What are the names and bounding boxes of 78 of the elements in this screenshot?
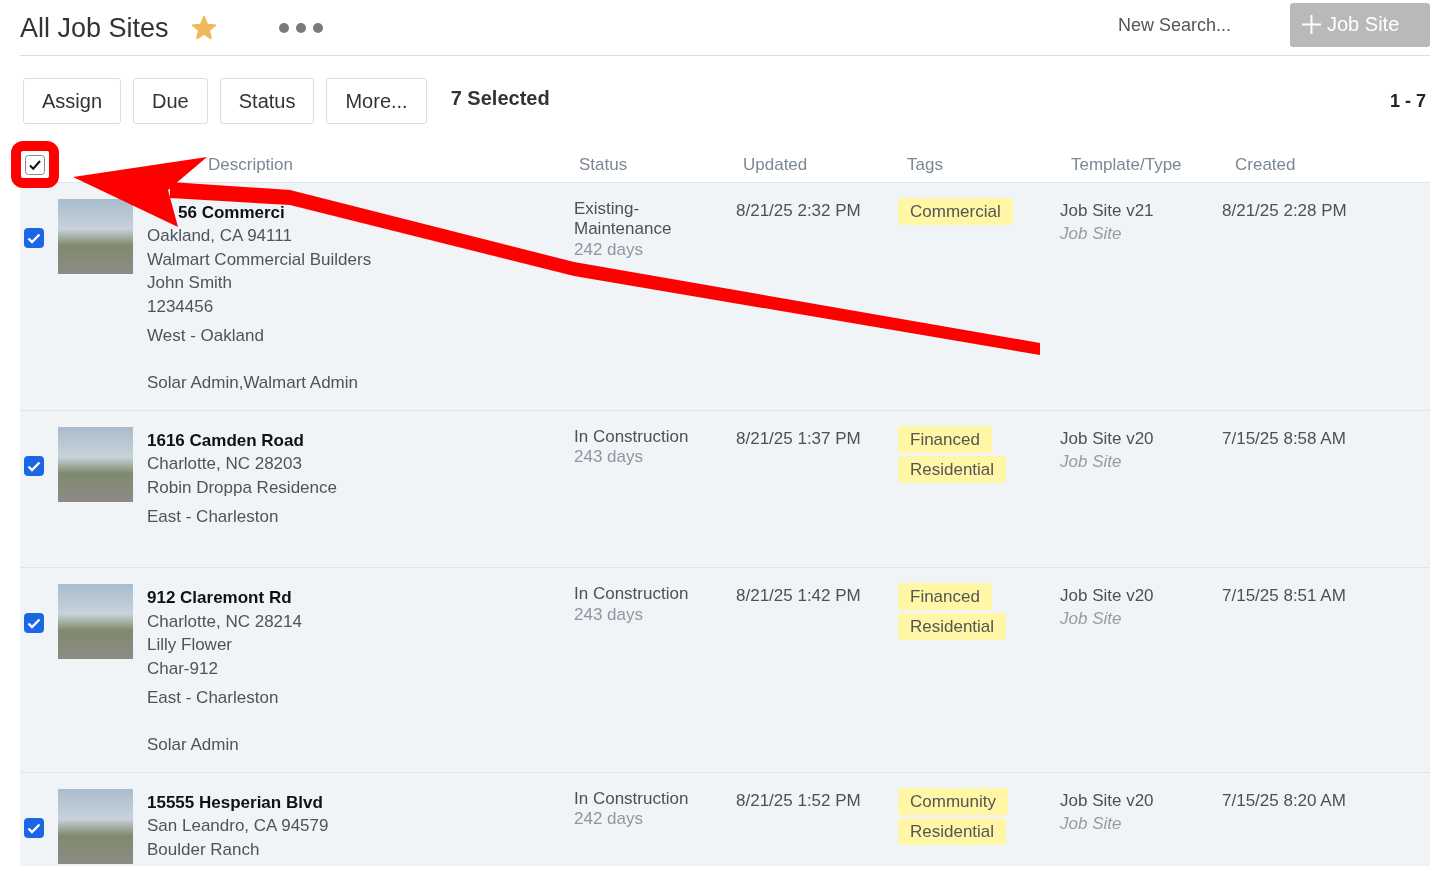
table-row[interactable]: 15555 Hesperian Blvd San Leandro, CA 94579 Boulder Ranch In Construction 242 days 8/21/25 1:52 PM Community Residential Job Site v20 Job Site 7/15/25 8:20 AM [20, 772, 1430, 866]
status-text: In Construction [574, 426, 689, 447]
site-detail: Oakland, CA 94111 [147, 225, 292, 247]
plus-icon [1302, 15, 1321, 34]
site-type: Job Site [1060, 608, 1122, 630]
updated-date: 8/21/25 1:52 PM [736, 789, 861, 812]
status-age: 243 days [574, 447, 643, 468]
column-header: Status [579, 154, 628, 176]
site-detail: Boulder Ranch [147, 838, 260, 861]
updated-date: 8/21/25 2:32 PM [736, 199, 861, 222]
site-detail: Lilly Flower [147, 634, 233, 656]
template-name: Job Site v20 [1060, 789, 1154, 812]
column-header: Tags [907, 154, 943, 176]
tag: Residential [898, 613, 1007, 640]
created-date: 7/15/25 8:20 AM [1222, 789, 1346, 812]
row-checkbox[interactable] [24, 817, 44, 838]
status-text: Existing-Maintenance [574, 198, 673, 240]
site-region: East - Charleston [147, 687, 279, 709]
column-header: Description [208, 154, 294, 176]
tag: Financed [898, 425, 992, 453]
created-date: 7/15/25 8:58 AM [1222, 427, 1346, 450]
updated-date: 8/21/25 1:42 PM [736, 585, 861, 607]
column-header: Created [1235, 154, 1296, 176]
created-date: 7/15/25 8:51 AM [1222, 585, 1346, 607]
site-region: West - Oakland [147, 325, 264, 347]
tag: Community [898, 787, 1008, 815]
status-text: In Construction [574, 584, 689, 605]
table-row[interactable]: 912 Claremont Rd Charlotte, NC 28214 Lilly Flower Char-912 East - Charleston Solar Admin In Construction 243 days 8/21/25 1:42 PM Financed Residential Job Site v20 Job Site 7/15/25 8:51 AM [20, 568, 1430, 773]
site-title[interactable]: 1616 Camden Road [147, 428, 304, 452]
star-icon[interactable] [191, 16, 216, 39]
page-title: All Job Sites [20, 11, 169, 44]
tag: Financed [898, 583, 992, 610]
pagination-range: 1 - 7 [1389, 90, 1426, 112]
highlight-frame [11, 141, 59, 188]
toolbar-button[interactable]: Status [219, 78, 315, 124]
tag: Residential [898, 817, 1007, 845]
tag: Residential [898, 455, 1007, 483]
site-detail: San Leandro, CA 94579 [147, 815, 329, 837]
created-date: 8/21/25 2:28 PM [1222, 199, 1347, 222]
site-detail: Walmart Commercial Builders [147, 248, 372, 271]
selection-count: 7 Selected [450, 86, 550, 110]
template-name: Job Site v20 [1060, 585, 1154, 607]
toolbar-button[interactable]: More... [326, 78, 427, 124]
site-region: East - Charleston [147, 506, 279, 528]
status-age: 242 days [574, 809, 643, 830]
column-header: Updated [743, 154, 808, 176]
status-age: 243 days [574, 604, 643, 625]
updated-date: 8/21/25 1:37 PM [736, 427, 861, 450]
table-row[interactable] [20, 182, 1430, 411]
row-checkbox[interactable] [24, 613, 44, 633]
search-field[interactable]: New Search... [1118, 15, 1268, 36]
table-row[interactable]: 1616 Camden Road Charlotte, NC 28203 Robin Droppa Residence East - Charleston In Construction 243 days 8/21/25 1:37 PM Financed Residential Job Site v20 Job Site 7/15/25 8:58 AM [20, 410, 1430, 568]
site-detail: Robin Droppa Residence [147, 476, 337, 499]
site-title[interactable]: 912 Claremont Rd [147, 586, 292, 610]
site-detail: Charlotte, NC 28214 [147, 610, 302, 633]
row-checkbox[interactable] [24, 227, 44, 248]
template-name: Job Site v20 [1060, 427, 1154, 450]
template-name: Job Site v21 [1060, 199, 1154, 222]
site-detail: 1234456 [147, 295, 214, 318]
site-detail: John Smith [147, 272, 233, 294]
site-type: Job Site [1060, 450, 1122, 473]
site-detail: Charlotte, NC 28203 [147, 453, 302, 475]
tag: Commercial [898, 197, 1013, 225]
more-options-icon[interactable] [278, 22, 323, 33]
site-title[interactable]: 56 Commerci [178, 200, 285, 224]
site-title[interactable]: 15555 Hesperian Blvd [147, 790, 323, 814]
status-age: 242 days [574, 239, 643, 260]
site-type: Job Site [1060, 812, 1122, 835]
toolbar-button[interactable]: Due [133, 78, 208, 124]
row-checkbox[interactable] [24, 455, 44, 476]
site-team: Solar Admin,Walmart Admin [147, 372, 358, 394]
site-team: Solar Admin [147, 734, 239, 756]
select-all-checkbox[interactable] [25, 154, 45, 175]
site-type: Job Site [1060, 222, 1122, 245]
toolbar-button[interactable]: Assign [23, 78, 122, 124]
site-detail: Char-912 [147, 657, 218, 680]
column-header: Template/Type [1071, 154, 1182, 176]
status-text: In Construction [574, 788, 689, 809]
